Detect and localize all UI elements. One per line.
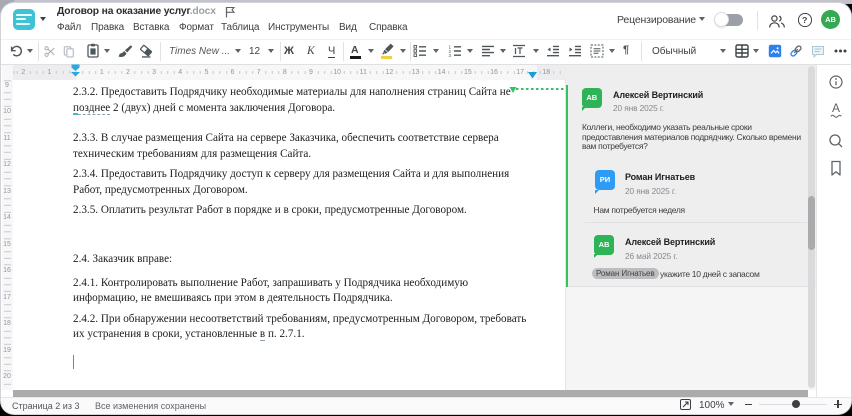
svg-text:3: 3 — [449, 53, 452, 58]
svg-text:А: А — [832, 101, 840, 115]
